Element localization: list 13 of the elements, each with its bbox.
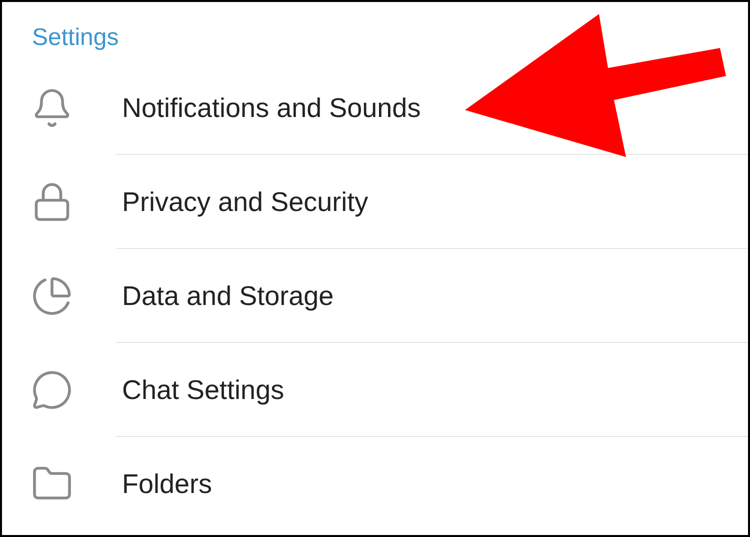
settings-item[interactable]: Data and Storage bbox=[2, 249, 748, 343]
item-label: Privacy and Security bbox=[122, 186, 368, 219]
settings-item[interactable]: Notifications and Sounds bbox=[2, 61, 748, 155]
settings-item[interactable]: Privacy and Security bbox=[2, 155, 748, 249]
settings-item[interactable]: Folders bbox=[2, 437, 748, 531]
pie-chart-icon bbox=[31, 275, 73, 317]
section-title: Settings bbox=[32, 22, 119, 52]
item-label: Notifications and Sounds bbox=[122, 92, 421, 125]
item-label: Chat Settings bbox=[122, 374, 284, 407]
item-label: Folders bbox=[122, 468, 212, 501]
settings-item[interactable]: Chat Settings bbox=[2, 343, 748, 437]
item-label: Data and Storage bbox=[122, 280, 334, 313]
speech-bubble-icon bbox=[31, 369, 73, 411]
